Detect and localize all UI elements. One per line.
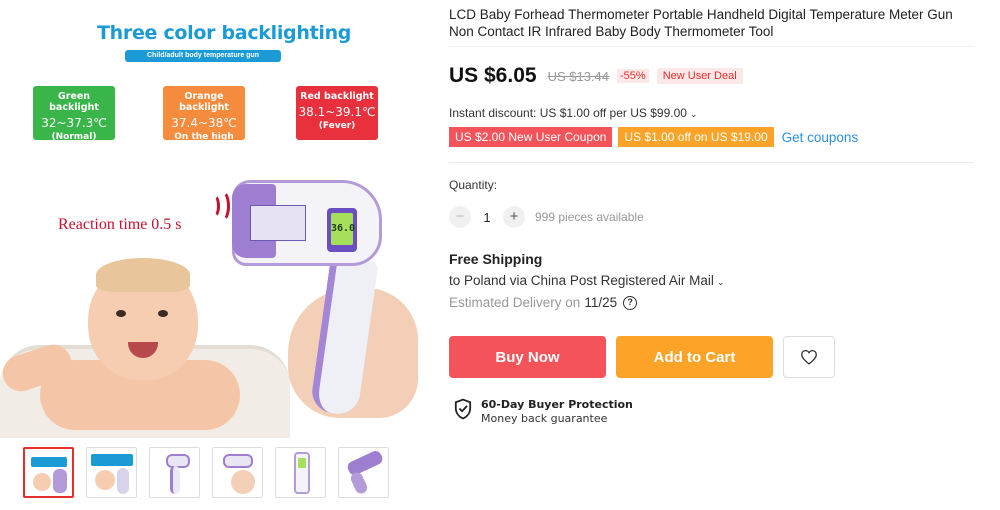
original-price: US $13.44 <box>547 68 609 84</box>
divider <box>449 46 974 47</box>
help-icon[interactable]: ? <box>623 295 638 310</box>
red-backlight-badge: Red backlight 38.1~39.1℃ (Fever) <box>296 86 378 140</box>
coupon-row: US $2.00 New User Coupon US $1.00 off on… <box>449 127 858 147</box>
hero-title: Three color backlighting <box>97 22 352 44</box>
shipping-method[interactable]: to Poland via China Post Registered Air … <box>449 273 724 288</box>
heart-icon <box>801 349 817 365</box>
quantity-stepper: − 1 + 999 pieces available <box>449 206 644 228</box>
thumbnail[interactable] <box>86 447 137 498</box>
buyer-protection-subtitle: Money back guarantee <box>481 412 608 425</box>
product-gallery: Three color backlighting Child/adult bod… <box>0 0 425 510</box>
main-product-image[interactable]: Three color backlighting Child/adult bod… <box>0 0 425 438</box>
signal-wave-icon <box>214 190 230 222</box>
estimated-delivery-label: Estimated Delivery on <box>449 295 581 310</box>
backlight-title: Red backlight <box>300 91 374 102</box>
chevron-down-icon: ⌄ <box>716 277 725 287</box>
chevron-down-icon: ⌄ <box>689 109 698 119</box>
available-stock: 999 pieces available <box>535 210 644 224</box>
instant-discount[interactable]: Instant discount: US $1.00 off per US $9… <box>449 106 697 120</box>
thumbnail-strip <box>23 447 389 498</box>
thumbnail[interactable] <box>212 447 263 498</box>
quantity-label: Quantity: <box>449 178 498 192</box>
add-to-cart-button[interactable]: Add to Cart <box>616 336 773 378</box>
price-row: US $6.05 US $13.44 -55% New User Deal <box>449 64 743 88</box>
estimated-delivery: Estimated Delivery on 11/25 ? <box>449 295 638 310</box>
quantity-decrease-button[interactable]: − <box>449 206 471 228</box>
shipping-title: Free Shipping <box>449 251 543 267</box>
backlight-note: On the high side <box>174 132 234 152</box>
get-coupons-link[interactable]: Get coupons <box>782 130 859 145</box>
buyer-protection: 60-Day Buyer Protection Money back guara… <box>454 398 633 425</box>
buy-now-button[interactable]: Buy Now <box>449 336 606 378</box>
green-backlight-badge: Green backlight 32~37.3℃ (Normal) <box>33 86 115 142</box>
buyer-protection-title: 60-Day Buyer Protection <box>481 398 633 411</box>
backlight-title: Orange backlight <box>179 91 229 113</box>
backlight-note: (Fever) <box>318 121 356 131</box>
hero-subtitle: Child/adult body temperature gun <box>125 50 281 62</box>
thumbnail[interactable] <box>23 447 74 498</box>
backlight-range: 38.1~39.1℃ <box>298 105 376 119</box>
backlight-range: 37.4~38℃ <box>171 116 237 130</box>
wishlist-button[interactable] <box>783 336 835 378</box>
current-price: US $6.05 <box>449 64 537 87</box>
thumbnail[interactable] <box>275 447 326 498</box>
instant-discount-text: Instant discount: US $1.00 off per US $9… <box>449 106 687 120</box>
thermometer-label <box>250 205 306 241</box>
new-user-coupon[interactable]: US $2.00 New User Coupon <box>449 127 613 147</box>
baby-eye <box>158 310 168 317</box>
estimated-delivery-date: 11/25 <box>584 295 618 310</box>
orange-backlight-badge: Orange backlight 37.4~38℃ On the high si… <box>163 86 245 152</box>
product-title: LCD Baby Forhead Thermometer Portable Ha… <box>449 7 953 39</box>
backlight-note: (Normal) <box>51 132 97 142</box>
thumbnail[interactable] <box>149 447 200 498</box>
shipping-method-text: to Poland via China Post Registered Air … <box>449 273 714 288</box>
backlight-title: Green backlight <box>49 91 99 113</box>
quantity-increase-button[interactable]: + <box>503 206 525 228</box>
reaction-time-text: Reaction time 0.5 s <box>58 216 182 233</box>
new-user-deal-badge: New User Deal <box>656 68 743 84</box>
store-coupon[interactable]: US $1.00 off on US $19.00 <box>618 127 774 147</box>
discount-percent: -55% <box>617 69 649 83</box>
quantity-value[interactable]: 1 <box>471 210 503 225</box>
divider <box>449 162 974 163</box>
shield-check-icon <box>454 398 472 420</box>
thumbnail[interactable] <box>338 447 389 498</box>
baby-hair-illustration <box>96 258 190 292</box>
baby-eye <box>116 310 126 317</box>
backlight-range: 32~37.3℃ <box>41 116 107 130</box>
thermometer-lcd-reading: 36.0 <box>331 213 355 245</box>
